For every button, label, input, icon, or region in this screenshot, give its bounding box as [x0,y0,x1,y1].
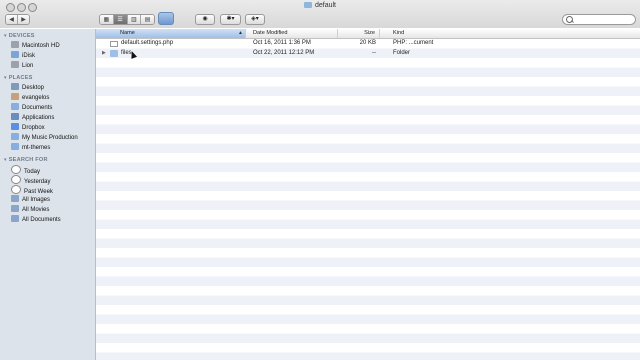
column-header-size[interactable]: Size [338,29,380,38]
file-kind: PHP: ...cument [393,40,434,46]
sidebar-item-idisk[interactable]: iDisk [0,51,95,61]
sidebar-item-desktop[interactable]: Desktop [0,83,95,93]
sidebar-item-all-images[interactable]: All Images [0,195,95,205]
file-size: -- [372,49,376,56]
forward-button[interactable]: ▶ [18,15,29,24]
list-header: Name ▲ Date Modified Size Kind [96,29,640,39]
sidebar-item-documents[interactable]: Documents [0,103,95,113]
column-view-button[interactable]: ▥ [127,15,142,24]
table-row[interactable]: default.settings.php Oct 16, 2011 1:36 P… [96,39,640,49]
action-menu-button[interactable]: ✱▾ [220,14,241,25]
file-date-modified: Oct 22, 2011 12:12 PM [253,49,315,56]
sidebar-item-applications[interactable]: Applications [0,113,95,123]
sidebar-item-evangelos[interactable]: evangelos [0,93,95,103]
sidebar-section-devices[interactable]: DEVICES [0,31,95,41]
hard-drive-icon [11,41,19,48]
finder-window: default ◀ ▶ ▦ ☰ ▥ ▤ ◉ ✱▾ ◈▾ DEVICES Maci… [0,0,640,360]
sidebar-item-today[interactable]: Today [0,165,95,175]
gear-icon: ✱▾ [226,16,235,22]
idisk-icon [11,51,19,58]
file-date-modified: Oct 16, 2011 1:36 PM [253,40,311,46]
new-folder-button[interactable] [158,12,174,25]
applications-icon [11,113,19,120]
smart-folder-icon [11,215,19,222]
sidebar-item-my-music-production[interactable]: My Music Production [0,133,95,143]
php-document-icon [110,40,118,47]
dropbox-icon [11,123,19,130]
clock-icon [11,175,21,184]
documents-icon [11,103,19,110]
dropbox-menu-button[interactable]: ◈▾ [245,14,265,25]
smart-folder-icon [11,205,19,212]
title-bar: default [0,0,640,28]
dropbox-icon: ◈▾ [251,16,259,22]
sidebar-item-macintosh-hd[interactable]: Macintosh HD [0,41,95,51]
window-title: default [0,2,640,9]
home-icon [11,93,19,100]
sidebar-item-mt-themes[interactable]: mt-themes [0,143,95,153]
sidebar-item-all-documents[interactable]: All Documents [0,215,95,225]
sidebar-item-yesterday[interactable]: Yesterday [0,175,95,185]
search-icon [566,16,573,23]
icon-view-button[interactable]: ▦ [100,15,114,24]
sidebar-section-places[interactable]: PLACES [0,73,95,83]
sidebar-item-all-movies[interactable]: All Movies [0,205,95,215]
column-header-kind[interactable]: Kind [380,29,640,38]
eye-icon: ◉ [202,16,208,22]
desktop-icon [11,83,19,90]
file-rows: default.settings.php Oct 16, 2011 1:36 P… [96,39,640,360]
coverflow-view-button[interactable]: ▤ [141,15,154,24]
sort-ascending-icon: ▲ [238,30,243,36]
folder-icon [11,133,19,140]
column-header-name[interactable]: Name ▲ [96,29,246,38]
clock-icon [11,185,21,194]
folder-icon [11,143,19,150]
column-header-date-modified[interactable]: Date Modified [246,29,338,38]
sidebar: DEVICES Macintosh HD iDisk Lion PLACES D… [0,29,96,360]
file-name: default.settings.php [121,40,174,46]
folder-icon [110,50,118,57]
table-row[interactable]: ▶ files Oct 22, 2011 12:12 PM -- Folder [96,49,640,59]
folder-icon [303,2,312,8]
clock-icon [11,165,21,174]
file-size: 20 KB [359,40,376,46]
file-list-view: Name ▲ Date Modified Size Kind default.se… [96,29,640,360]
back-forward-control: ◀ ▶ [5,14,30,25]
sidebar-section-search-for[interactable]: SEARCH FOR [0,155,95,165]
view-mode-control: ▦ ☰ ▥ ▤ [99,14,155,25]
sidebar-item-lion[interactable]: Lion [0,61,95,71]
disclosure-triangle-icon[interactable]: ▶ [102,49,106,59]
smart-folder-icon [11,195,19,202]
sidebar-item-dropbox[interactable]: Dropbox [0,123,95,133]
quick-look-button[interactable]: ◉ [195,14,215,25]
hard-drive-icon [11,61,19,68]
search-field[interactable] [562,14,636,25]
list-view-button[interactable]: ☰ [113,15,128,24]
file-kind: Folder [393,49,411,56]
sidebar-item-past-week[interactable]: Past Week [0,185,95,195]
back-button[interactable]: ◀ [6,15,18,24]
